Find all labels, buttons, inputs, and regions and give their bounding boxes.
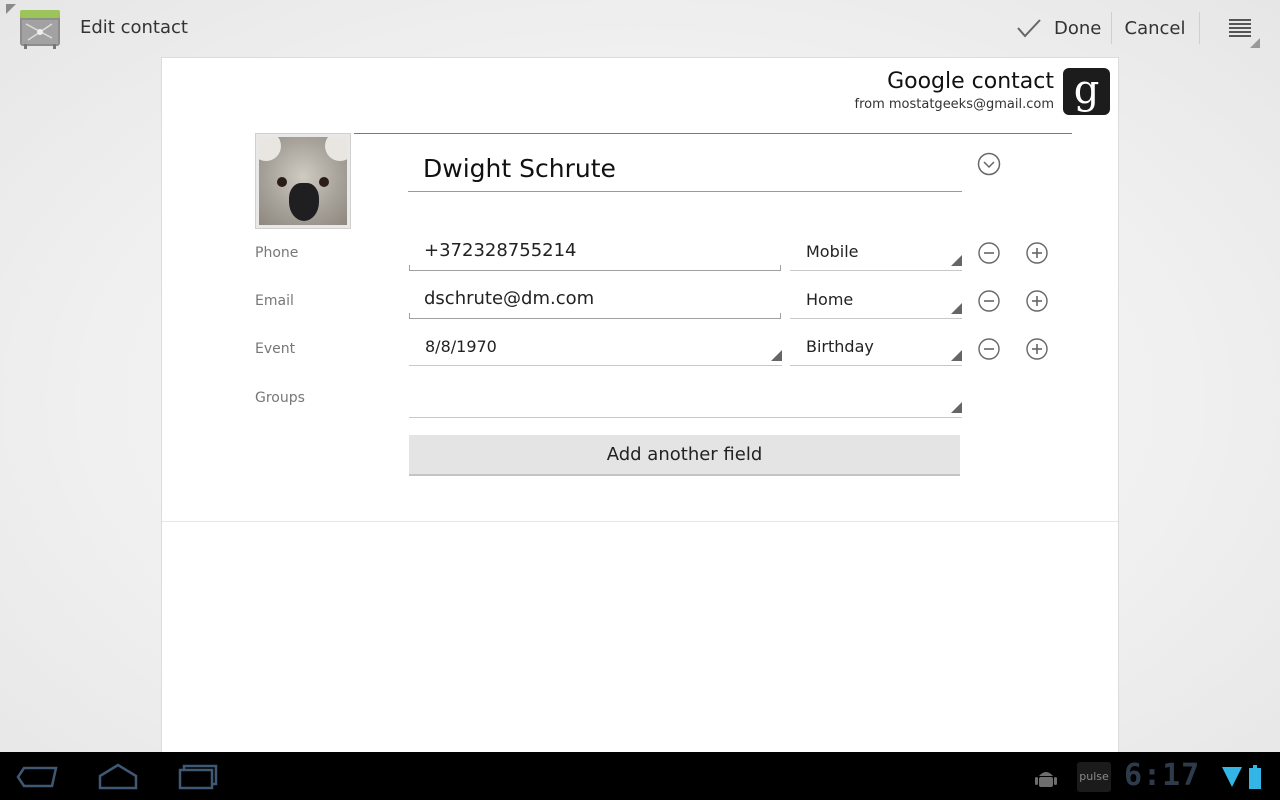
expand-name-button[interactable] — [977, 152, 1001, 176]
card-divider — [162, 521, 1118, 522]
account-type: Google contact — [887, 69, 1054, 94]
event-type-spinner[interactable]: Birthday — [790, 330, 962, 366]
dropdown-triangle-icon — [951, 350, 962, 361]
recent-apps-icon — [178, 764, 218, 790]
phone-type-value: Mobile — [806, 242, 859, 261]
dropdown-triangle-icon — [951, 303, 962, 314]
minus-circle-icon — [978, 338, 1000, 360]
plus-circle-icon — [1026, 338, 1048, 360]
pulse-notification-icon[interactable]: pulse — [1077, 762, 1111, 792]
contact-photo[interactable] — [255, 133, 351, 229]
remove-event-button[interactable] — [978, 338, 1000, 360]
koala-photo — [259, 137, 347, 225]
email-type-value: Home — [806, 290, 854, 309]
google-logo-icon: g — [1063, 68, 1110, 115]
back-button[interactable] — [10, 760, 70, 794]
email-value: dschrute@dm.com — [424, 288, 595, 309]
checkmark-icon — [1017, 19, 1041, 38]
remove-phone-button[interactable] — [978, 242, 1000, 264]
cancel-button[interactable]: Cancel — [1112, 8, 1198, 48]
overflow-menu-button[interactable] — [1214, 8, 1264, 48]
home-icon — [98, 763, 138, 790]
phone-value: +372328755214 — [424, 240, 577, 261]
email-input[interactable]: dschrute@dm.com — [409, 283, 781, 319]
email-label: Email — [255, 293, 294, 309]
event-label: Event — [255, 341, 296, 357]
wifi-icon — [1222, 767, 1242, 787]
dropdown-triangle-icon — [771, 350, 782, 361]
dropdown-triangle-icon — [951, 402, 962, 413]
name-value: Dwight Schrute — [423, 154, 616, 183]
clock[interactable]: 6:17 — [1124, 758, 1200, 793]
contacts-app-icon[interactable] — [6, 4, 62, 52]
plus-circle-icon — [1026, 242, 1048, 264]
action-bar: Edit contact Done Cancel — [0, 0, 1280, 56]
event-date-value: 8/8/1970 — [425, 337, 497, 356]
phone-label: Phone — [255, 245, 299, 261]
event-type-value: Birthday — [806, 337, 874, 356]
groups-spinner[interactable] — [409, 382, 962, 418]
minus-circle-icon — [978, 242, 1000, 264]
battery-icon — [1249, 765, 1261, 789]
remove-email-button[interactable] — [978, 290, 1000, 312]
groups-label: Groups — [255, 390, 305, 406]
recent-apps-button[interactable] — [168, 760, 228, 794]
system-bar: pulse 6:17 — [0, 752, 1280, 800]
add-phone-button[interactable] — [1026, 242, 1048, 264]
overflow-menu-icon — [1229, 19, 1260, 48]
phone-input[interactable]: +372328755214 — [409, 235, 781, 271]
divider — [1199, 12, 1200, 44]
android-notification-icon[interactable] — [1034, 766, 1058, 790]
back-icon — [16, 766, 58, 788]
account-name: from mostatgeeks@gmail.com — [854, 97, 1055, 112]
plus-circle-icon — [1026, 290, 1048, 312]
phone-type-spinner[interactable]: Mobile — [790, 235, 962, 271]
name-input[interactable]: Dwight Schrute — [408, 146, 962, 192]
add-another-field-button[interactable]: Add another field — [409, 435, 960, 476]
add-email-button[interactable] — [1026, 290, 1048, 312]
dropdown-triangle-icon — [951, 255, 962, 266]
edit-contact-card: Google contact from mostatgeeks@gmail.co… — [161, 57, 1119, 752]
header-divider — [354, 133, 1072, 134]
home-button[interactable] — [88, 760, 148, 794]
add-event-button[interactable] — [1026, 338, 1048, 360]
page-title: Edit contact — [80, 17, 188, 38]
done-button[interactable]: Done — [1010, 8, 1110, 48]
email-type-spinner[interactable]: Home — [790, 283, 962, 319]
chevron-down-icon — [977, 152, 1001, 176]
minus-circle-icon — [978, 290, 1000, 312]
event-date-spinner[interactable]: 8/8/1970 — [409, 330, 782, 366]
done-label: Done — [1054, 17, 1102, 39]
